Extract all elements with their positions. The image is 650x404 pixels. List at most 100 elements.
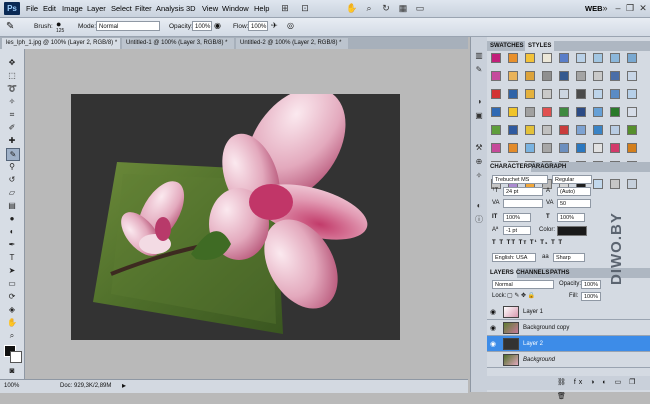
style-swatch[interactable]: [491, 125, 501, 135]
rotate-view-icon[interactable]: ↻: [379, 3, 393, 14]
visibility-eye-icon[interactable]: ◉: [490, 356, 496, 364]
style-swatch[interactable]: [491, 107, 501, 117]
style-swatch[interactable]: [593, 179, 603, 189]
antialias-select[interactable]: Sharp: [553, 253, 585, 262]
flow-input[interactable]: 100%: [248, 21, 268, 31]
menu-analysis[interactable]: Analysis: [156, 4, 184, 13]
style-swatch[interactable]: [576, 89, 586, 99]
menu-filter[interactable]: Filter: [135, 4, 152, 13]
lasso-tool-icon[interactable]: ➰: [6, 83, 18, 94]
shape-tool-icon[interactable]: ▭: [6, 278, 18, 289]
menu-view[interactable]: View: [202, 4, 218, 13]
mini-bridge-icon[interactable]: ⊡: [298, 3, 312, 14]
style-swatch[interactable]: [525, 89, 535, 99]
style-swatch[interactable]: [593, 53, 603, 63]
hand-tool-icon-toolbox[interactable]: ✋: [6, 317, 18, 328]
menu-image[interactable]: Image: [62, 4, 83, 13]
style-swatch[interactable]: [593, 71, 603, 81]
style-swatch[interactable]: [491, 53, 501, 63]
restore-icon[interactable]: ❐: [623, 3, 637, 14]
lock-buttons[interactable]: ▢ ✎ ✥ 🔒: [507, 292, 535, 299]
masks-panel-icon[interactable]: ▣: [474, 111, 484, 121]
style-swatch[interactable]: [576, 53, 586, 63]
style-swatch[interactable]: [610, 89, 620, 99]
style-swatch[interactable]: [542, 107, 552, 117]
layer-row-layer-1[interactable]: ◉ Layer 1: [487, 304, 650, 320]
visibility-eye-icon[interactable]: ◉: [490, 324, 496, 332]
horizontal-scale-input[interactable]: 100%: [557, 213, 585, 222]
layer-opacity-input[interactable]: 100%: [581, 280, 601, 289]
tablet-pressure-size-icon[interactable]: ◎: [287, 21, 294, 30]
mode-select[interactable]: Normal: [96, 21, 160, 31]
style-swatch[interactable]: [627, 89, 637, 99]
menu-edit[interactable]: Edit: [43, 4, 56, 13]
brush-tool-icon[interactable]: ✎: [6, 21, 14, 32]
menu-help[interactable]: Help: [254, 4, 269, 13]
airbrush-icon[interactable]: ✈: [271, 21, 278, 30]
layers-panel-footer-buttons[interactable]: ⛓ fx ◑ ◐ ▭ ❐ 🗑: [487, 376, 650, 400]
fill-input[interactable]: 100%: [581, 292, 601, 301]
style-swatch[interactable]: [491, 89, 501, 99]
style-swatch[interactable]: [525, 71, 535, 81]
style-swatch[interactable]: [525, 143, 535, 153]
menu-file[interactable]: File: [26, 4, 38, 13]
workspace-dropdown-icon[interactable]: »: [598, 3, 612, 14]
style-swatch[interactable]: [593, 143, 603, 153]
bridge-icon[interactable]: ⊞: [278, 3, 292, 14]
tab-les-lph-1[interactable]: les_lph_1.jpg @ 100% (Layer 2, RGB/8) *: [2, 38, 120, 49]
style-swatch[interactable]: [610, 71, 620, 81]
text-style-buttons[interactable]: T T TT Tт T¹ T₁ T T: [492, 240, 563, 246]
style-swatch[interactable]: [627, 143, 637, 153]
style-swatch[interactable]: [627, 179, 637, 189]
style-swatch[interactable]: [559, 53, 569, 63]
crop-tool-icon[interactable]: ⌗: [6, 109, 18, 120]
visibility-eye-icon[interactable]: ◉: [490, 308, 496, 316]
font-size-input[interactable]: 24 pt: [503, 187, 543, 196]
clone-stamp-tool-icon[interactable]: ⚲: [6, 161, 18, 172]
menu-layer[interactable]: Layer: [87, 4, 106, 13]
layer-row-background-copy[interactable]: ◉ Background copy: [487, 320, 650, 336]
style-swatch[interactable]: [508, 71, 518, 81]
healing-brush-tool-icon[interactable]: ✚: [6, 135, 18, 146]
tab-paths[interactable]: PATHS: [547, 268, 572, 278]
dodge-tool-icon[interactable]: ◐: [6, 226, 18, 237]
style-swatch[interactable]: [508, 143, 518, 153]
zoom-tool-icon-toolbox[interactable]: ⌕: [6, 330, 18, 341]
path-selection-tool-icon[interactable]: ➤: [6, 265, 18, 276]
style-swatch[interactable]: [559, 125, 569, 135]
quick-selection-tool-icon[interactable]: ✧: [6, 96, 18, 107]
background-color-swatch[interactable]: [10, 351, 22, 363]
brushes-panel-icon[interactable]: ✎: [474, 65, 484, 75]
style-swatch[interactable]: [525, 53, 535, 63]
style-swatch[interactable]: [610, 143, 620, 153]
eyedropper-tool-icon[interactable]: ✐: [6, 122, 18, 133]
tablet-pressure-opacity-icon[interactable]: ◉: [214, 21, 221, 30]
gradient-tool-icon[interactable]: ▤: [6, 200, 18, 211]
style-swatch[interactable]: [508, 53, 518, 63]
kerning-input[interactable]: [503, 199, 543, 208]
hand-tool-icon[interactable]: ✋: [345, 3, 359, 14]
leading-input[interactable]: (Auto): [557, 187, 591, 196]
style-swatch[interactable]: [610, 53, 620, 63]
menu-window[interactable]: Window: [222, 4, 249, 13]
clone-source-icon[interactable]: ⊕: [474, 157, 484, 167]
document-size-info[interactable]: Doc: 929,3K/2,89M: [60, 383, 111, 389]
font-style-select[interactable]: Regular: [552, 175, 592, 184]
tab-untitled-1[interactable]: Untitled-1 @ 100% (Layer 3, RGB/8) *: [122, 38, 234, 49]
layer-row-background[interactable]: ◉ Background: [487, 352, 650, 368]
style-swatch[interactable]: [610, 179, 620, 189]
zoom-level[interactable]: 100%: [4, 383, 19, 389]
style-swatch[interactable]: [491, 143, 501, 153]
text-color-swatch[interactable]: [557, 226, 587, 236]
style-swatch[interactable]: [525, 125, 535, 135]
tab-untitled-2[interactable]: Untitled-2 @ 100% (Layer 2, RGB/8) *: [236, 38, 348, 49]
screen-mode-icon[interactable]: ▭: [413, 3, 427, 14]
eraser-tool-icon[interactable]: ▱: [6, 187, 18, 198]
vertical-scale-input[interactable]: 100%: [503, 213, 531, 222]
3d-camera-tool-icon[interactable]: ◈: [6, 304, 18, 315]
style-swatch[interactable]: [627, 53, 637, 63]
layer-row-layer-2[interactable]: ◉ Layer 2: [487, 336, 650, 352]
brush-tool-icon-active[interactable]: ✎: [6, 148, 20, 161]
info-panel-icon[interactable]: ⓘ: [474, 215, 484, 225]
status-menu-icon[interactable]: ▸: [122, 381, 126, 390]
